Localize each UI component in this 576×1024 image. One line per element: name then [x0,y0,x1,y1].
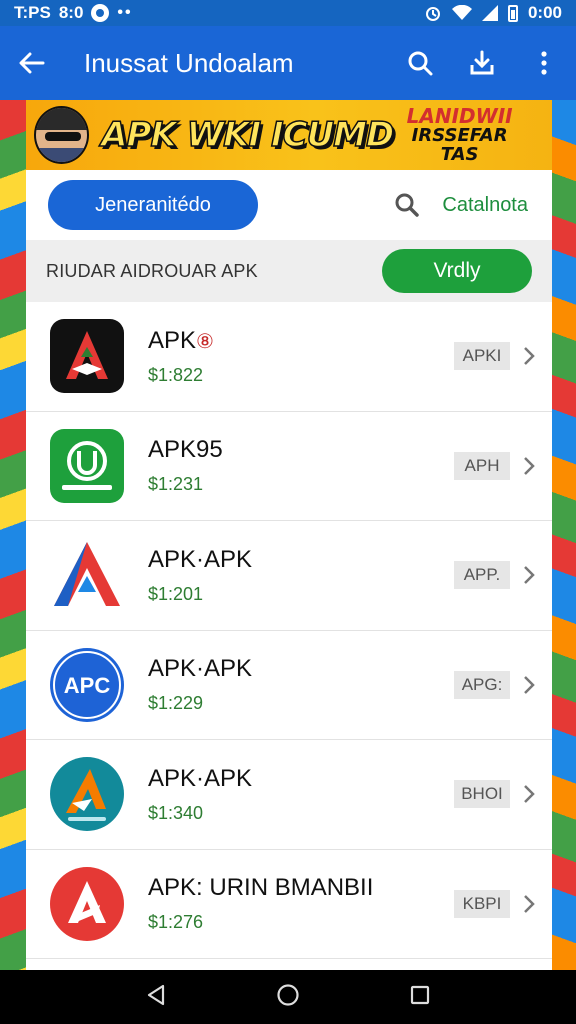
app-type-tag: BHOI [454,780,510,809]
list-item[interactable]: APK·APK $1:340 BHOI [26,740,552,850]
app-name: APK95 [148,436,223,464]
list-item[interactable]: APK·APK $1:201 APP. [26,521,552,631]
green-u-logo-icon [48,427,126,505]
black-a-logo-icon [48,317,126,395]
app-price: $1:340 [148,802,204,823]
arrow-left-icon [19,52,45,74]
background-decoration-left [0,100,26,970]
triangle-back-icon [147,984,164,1005]
verify-button[interactable]: Vrdly [382,249,532,293]
app-type-tag: APH [454,451,510,480]
main-panel: Jeneranitédo Catalnota RIUDAR AIDROUAR A… [26,170,552,970]
download-icon [470,50,494,75]
app-name: APK [148,326,197,354]
app-price: $1:231 [148,474,204,495]
banner-tagline: LANIDWII IRSSEFAR TAS [393,103,526,165]
status-time-left: T:PS [14,3,51,22]
orange-a-logo-icon [48,755,126,833]
app-price: $1:201 [148,583,204,604]
apc-logo-text: APC [64,673,111,698]
search-button[interactable] [402,45,438,81]
app-type-tag: KBPI [454,889,510,918]
banner-tag-line2: IRSSEFAR TAS [411,124,508,165]
app-bar: Inussat Undoalam [0,26,576,100]
alarm-icon [425,7,440,21]
search-icon [408,51,433,76]
banner-tag-line1: LANIDWII [406,103,513,128]
chevron-right-icon [524,785,535,804]
status-label: 8:0 [58,3,84,22]
app-name: APK: URIN BMANBII [148,874,374,902]
chevron-right-icon [524,456,535,475]
chevron-right-icon [524,566,535,585]
list-item[interactable]: APK⑧ $1:822 APKI [26,302,552,412]
page-title: Inussat Undoalam [84,47,294,78]
red-a-logo-icon [48,865,126,943]
app-list: APK⑧ $1:822 APKI APK95 $1:231 APH APK·AP… [26,302,552,959]
signal-icon [481,5,498,21]
app-name: APK·APK [148,655,253,683]
nav-recents-button[interactable] [409,984,431,1011]
red-blue-a-logo-icon [48,536,126,614]
wifi-icon [451,5,472,20]
app-price: $1:229 [148,693,204,714]
back-button[interactable] [14,45,50,81]
more-notifications-icon: •• [117,4,133,21]
nav-home-button[interactable] [276,983,300,1012]
background-decoration-right [550,100,576,970]
status-bar: T:PS 8:0 •• 0:00 [0,0,576,26]
catalog-link-label: Catalnota [442,193,528,216]
search-row: Jeneranitédo Catalnota [26,170,552,240]
banner-title: APK WKI ICUMD [100,114,395,156]
download-button[interactable] [464,45,500,81]
filter-row: RIUDAR AIDROUAR APK Vrdly [26,240,552,302]
app-price: $1:822 [148,364,204,385]
battery-icon [507,4,518,22]
square-recents-icon [411,985,430,1004]
status-time-right: 0:00 [527,3,562,22]
list-item[interactable]: APK95 $1:231 APH [26,412,552,521]
apc-logo-icon: APC [48,646,126,724]
system-nav-bar [0,970,576,1024]
app-price: $1:276 [148,912,204,933]
generated-tab-button[interactable]: Jeneranitédo [48,180,258,230]
overflow-menu-button[interactable] [526,45,562,81]
promo-banner[interactable]: APK WKI ICUMD LANIDWII IRSSEFAR TAS [26,100,552,170]
notification-dot-icon [91,4,110,22]
chevron-right-icon [524,894,535,913]
app-badge: ⑧ [196,330,214,353]
list-item[interactable]: APK: URIN BMANBII $1:276 KBPI [26,850,552,959]
nav-back-button[interactable] [145,984,167,1011]
app-type-tag: APKI [454,342,510,371]
app-type-tag: APP. [454,561,510,590]
circle-home-icon [277,983,299,1006]
app-name: APK·APK [148,764,253,792]
filter-label: RIUDAR AIDROUAR APK [46,260,258,281]
banner-avatar [34,106,90,164]
app-type-tag: APG: [454,670,510,699]
chevron-right-icon [524,675,535,694]
catalog-search-link[interactable]: Catalnota [394,192,528,218]
list-item[interactable]: APC APK·APK $1:229 APG: [26,631,552,740]
app-name: APK·APK [148,545,253,573]
chevron-right-icon [524,347,535,366]
search-icon [395,193,420,217]
more-vert-icon [541,51,547,75]
